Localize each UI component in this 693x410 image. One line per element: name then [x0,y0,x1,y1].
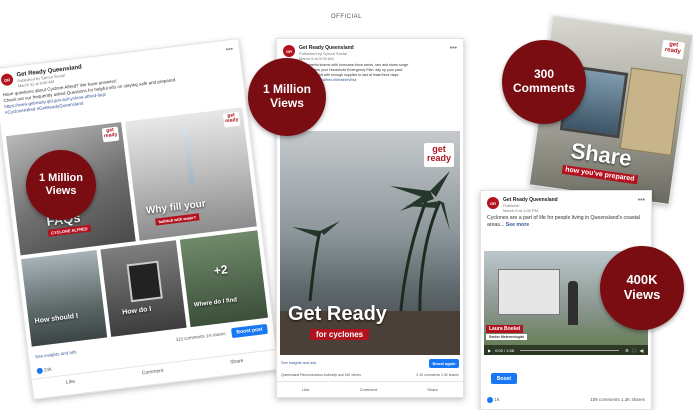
get-ready-logo: getready [101,126,120,143]
more-options-icon[interactable]: ••• [450,45,457,52]
see-more-link[interactable]: See more [506,222,529,228]
boost-button[interactable]: Boost [491,373,517,384]
tile-sublabel: bathtub with water? [155,213,200,226]
post-actions: Like Comment Share [31,348,278,394]
engagement-stats: 113 comments 14 shares [175,330,226,343]
play-icon[interactable]: ▶ [488,348,491,353]
speaker-title: Senior Meteorologist [486,334,527,340]
post-date[interactable]: March 6 at 9:00 AM [299,56,354,61]
video-timestamp: 0:00 / 1:58 [495,347,514,353]
house-image [498,269,560,315]
boost-post-button[interactable]: Boost post [231,323,268,339]
comment-button[interactable]: Comment [360,387,377,392]
more-options-icon[interactable]: ••• [225,46,233,54]
post-text: Cyclones are a part of life for people l… [487,215,640,228]
metric-badge: 300 Comments [502,40,586,124]
metric-badge: 1 Million Views [26,150,96,220]
headline: Get Ready [288,303,387,325]
like-button[interactable]: Like [302,387,309,392]
get-ready-logo: getready [424,143,454,167]
tile-bathtub[interactable]: get ready Why fill your bathtub with wate… [125,107,257,241]
engagement-stats: 109 comments 1.3K shares [590,397,645,402]
like-reaction-icon [36,367,44,375]
tile-label: How should I [34,312,79,326]
video-progress-bar[interactable] [519,349,620,351]
tap-water-icon [181,123,196,185]
settings-icon[interactable]: ⚙ [625,348,629,353]
metric-badge: 400K Views [600,246,684,330]
like-reaction-icon [487,397,493,403]
speaker-figure [568,281,578,325]
house-wall-image [619,67,683,156]
see-insights-link[interactable]: See insights and ads [35,349,77,359]
see-insights-link[interactable]: See insights and ads [281,361,316,365]
broken-window-icon [126,260,163,303]
tile-label: How do I [121,305,152,317]
cyclone-image[interactable]: get ready Get Ready for cyclones [280,131,460,355]
post-header: GR Get Ready Queensland Published by Spr… [277,39,463,63]
engagement-stats: 2.1K comments 2.4K shares [416,373,459,377]
headline-sub: for cyclones [310,329,370,340]
speaker-name: Laura Boekel [486,325,524,333]
get-ready-logo: getready [222,111,241,128]
more-images-count: +2 [213,262,229,278]
post-card-faqs[interactable]: GR Get Ready Queensland Published by Spr… [0,38,280,400]
post-actions: Like Comment Share [277,381,463,396]
tile-label: Where do I find [193,297,238,309]
post-header: GR Get Ready Queensland Publisher March … [481,191,651,215]
more-options-icon[interactable]: ••• [638,197,645,204]
boost-again-button[interactable]: Boost again [429,359,459,368]
share-button[interactable]: Share [230,358,244,366]
get-ready-logo: getready [660,39,686,60]
like-button[interactable]: Like [66,379,76,386]
metric-badge: 1 Million Views [248,58,326,136]
reaction-count: 1K [487,397,500,403]
tile-where-do-i[interactable]: +2 Where do I find [179,230,269,328]
share-button[interactable]: Share [427,387,438,392]
reaction-count: Queensland Reconstruction Authority and … [281,373,361,377]
page-avatar[interactable]: GR [283,45,295,57]
volume-icon[interactable]: ◀) [640,348,644,353]
fullscreen-icon[interactable]: ⛶ [633,348,636,353]
reaction-count: 23K [36,366,52,375]
tile-how-should-i[interactable]: How should I [21,250,108,347]
post-date[interactable]: March 9 at 1:00 PM [503,208,558,213]
tile-how-do-i[interactable]: How do I [100,240,187,337]
comment-button[interactable]: Comment [142,368,164,377]
video-controls: ▶ 0:00 / 1:58 ⚙ ⛶ ◀) [484,345,648,355]
page-avatar[interactable]: GR [487,197,499,209]
